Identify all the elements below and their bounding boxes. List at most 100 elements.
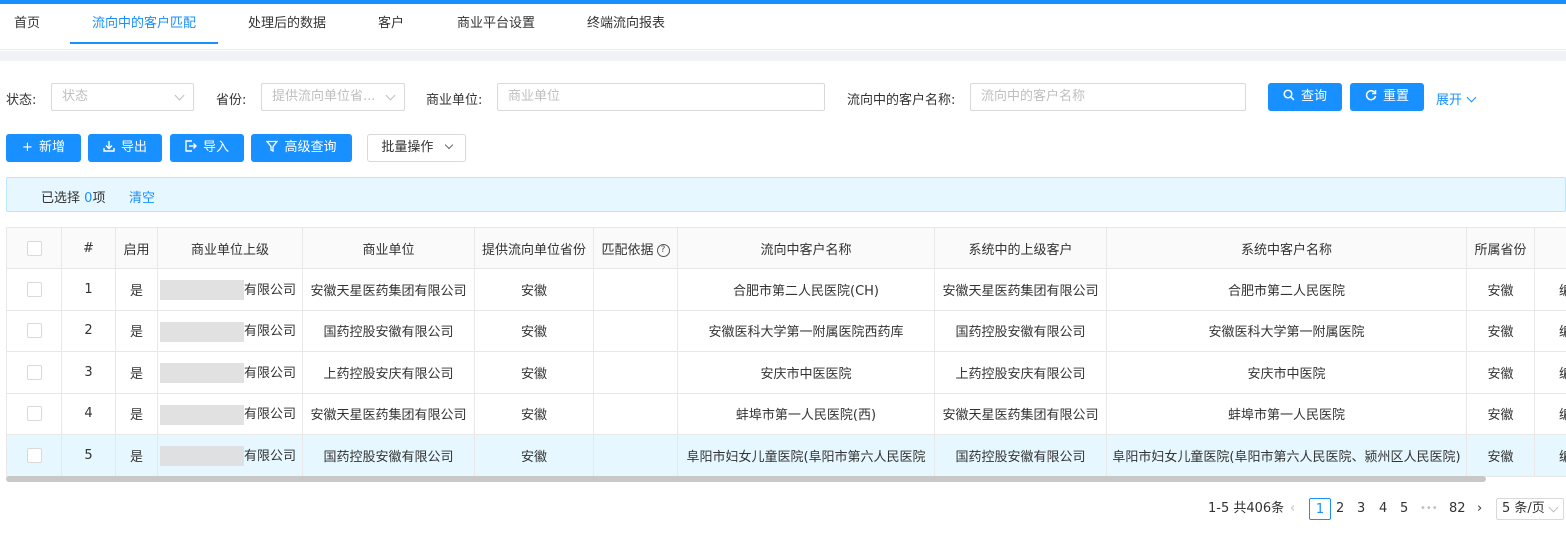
checkbox[interactable] [6,268,62,311]
table-row[interactable]: 2 是有限公司 国药控股安徽有限公司 安徽 安徽医科大学第一附属医院西药库 国药控股安徽有… [6,310,1566,352]
reload-icon [1365,83,1377,111]
data-table: # 启用 商业单位上级 商业单位 提供流向单位省份 匹配依据? 流向中客户名称 … [6,227,1566,477]
checkbox[interactable] [6,310,62,352]
row-index: 2 [61,310,116,352]
advanced-query-button[interactable]: 高级查询 [251,134,352,162]
edit-link[interactable]: 编 [1534,268,1566,311]
upper-company-text: 有限公司 [243,448,296,464]
import-icon [185,134,197,162]
match-basis-cell [593,434,678,477]
table-row[interactable]: 3 是有限公司 上药控股安庆有限公司 安徽 安庆市中医医院 上药控股安庆有限公司 安庆市中医… [6,351,1566,394]
upper-company-cell: 有限公司 [157,268,303,311]
match-basis-cell [593,310,678,352]
system-upper-customer-cell: 安徽天星医药集团有限公司 [934,268,1107,311]
column-header-operations [1534,227,1566,269]
page-3[interactable]: 3 [1357,498,1365,520]
status-label: 状态: [6,93,37,108]
chevron-down-icon [1548,502,1559,513]
province-cell: 安徽 [474,351,594,394]
enabled-cell: 是 [115,434,158,477]
tab-home[interactable]: 首页 [14,4,40,44]
enabled-cell: 是 [115,268,158,311]
column-header: 系统中客户名称 [1106,227,1467,269]
batch-operation-dropdown[interactable]: 批量操作 [367,134,466,162]
expand-toggle[interactable]: 展开 [1436,89,1477,108]
select-all-checkbox[interactable] [26,240,42,256]
edit-link[interactable]: 编 [1534,434,1566,477]
company-input[interactable]: 商业单位 [497,83,825,111]
select-all-cell[interactable] [6,227,62,269]
reset-button[interactable]: 重置 [1350,83,1424,111]
row-checkbox[interactable] [26,447,42,463]
page-2[interactable]: 2 [1336,498,1344,520]
next-page-icon[interactable]: › [1477,498,1482,520]
column-header: 启用 [115,227,158,269]
selection-info: 已选择 0项 [41,187,105,206]
edit-link[interactable]: 编 [1534,310,1566,352]
add-label: 新增 [38,140,65,155]
horizontal-scrollbar[interactable] [6,476,1486,482]
query-button[interactable]: 查询 [1268,83,1342,111]
selection-alert: 已选择 0项 清空 [6,177,1566,212]
belong-province-cell: 安徽 [1466,434,1535,477]
checkbox[interactable] [6,351,62,394]
edit-link[interactable]: 编 [1534,393,1566,435]
system-customer-cell: 安庆市中医院 [1106,351,1467,394]
active-tab-underline [70,42,218,44]
chevron-down-icon [1466,92,1477,103]
row-checkbox[interactable] [26,406,42,422]
more-pages-ellipsis[interactable]: ••• [1420,498,1438,520]
row-index: 5 [61,434,116,477]
province-cell: 安徽 [474,393,594,435]
customer-name-input[interactable]: 流向中的客户名称 [970,83,1246,111]
import-button[interactable]: 导入 [170,134,244,162]
upper-company-text: 有限公司 [243,407,296,422]
export-label: 导出 [120,140,147,155]
system-customer-cell: 阜阳市妇女儿童医院(阜阳市第六人民医院、颍州区人民医院) [1106,434,1467,477]
column-header: 提供流向单位省份 [474,227,594,269]
tab-terminal-report[interactable]: 终端流向报表 [587,4,665,44]
customer-name-label: 流向中的客户名称: [847,93,956,108]
question-circle-icon[interactable]: ? [656,243,670,257]
table-row[interactable]: 5 是有限公司 国药控股安徽有限公司 安徽 阜阳市妇女儿童医院(阜阳市第六人民医院 国药控… [6,434,1566,477]
match-basis-cell [593,268,678,311]
system-upper-customer-cell: 上药控股安庆有限公司 [934,351,1107,394]
row-checkbox[interactable] [26,323,42,339]
row-checkbox[interactable] [26,281,42,297]
column-header: 商业单位 [302,227,475,269]
page-4[interactable]: 4 [1379,498,1387,520]
advanced-query-label: 高级查询 [284,140,337,155]
page-last[interactable]: 82 [1449,498,1466,520]
tab-platform-settings[interactable]: 商业平台设置 [457,4,535,44]
tab-processed-data[interactable]: 处理后的数据 [248,4,326,44]
plus-icon: + [22,140,33,155]
page-size-select[interactable]: 5 条/页 [1496,498,1564,520]
export-button[interactable]: 导出 [88,134,162,162]
page-1[interactable]: 1 [1309,498,1331,520]
province-select[interactable]: 提供流向单位省... [261,83,405,111]
prev-page-icon[interactable]: ‹ [1290,498,1295,520]
column-header-match-basis: 匹配依据? [593,227,678,269]
flow-customer-cell: 合肥市第二人民医院(CH) [677,268,935,311]
company-placeholder: 商业单位 [508,89,561,104]
table-row[interactable]: 4 是有限公司 安徽天星医药集团有限公司 安徽 蚌埠市第一人民医院(西) 安徽天星医药集团… [6,393,1566,435]
row-index: 3 [61,351,116,394]
tab-customers[interactable]: 客户 [378,4,404,44]
tab-customer-match[interactable]: 流向中的客户匹配 [92,4,196,44]
upper-company-text: 有限公司 [243,324,296,339]
upper-company-cell: 有限公司 [157,393,303,435]
upper-company-cell: 有限公司 [157,351,303,394]
redacted-blur [159,363,244,383]
filter-icon [266,134,279,162]
table-row[interactable]: 1 是有限公司 安徽天星医药集团有限公司 安徽 合肥市第二人民医院(CH) 安徽天星医药集… [6,268,1566,311]
page-5[interactable]: 5 [1400,498,1408,520]
clear-selection-link[interactable]: 清空 [129,187,155,206]
edit-link[interactable]: 编 [1534,351,1566,394]
upper-company-text: 有限公司 [243,282,296,298]
chevron-down-icon [444,140,453,150]
status-select[interactable]: 状态 [51,83,194,111]
row-checkbox[interactable] [26,364,42,380]
add-button[interactable]: + 新增 [6,134,81,162]
checkbox[interactable] [6,434,62,477]
checkbox[interactable] [6,393,62,435]
